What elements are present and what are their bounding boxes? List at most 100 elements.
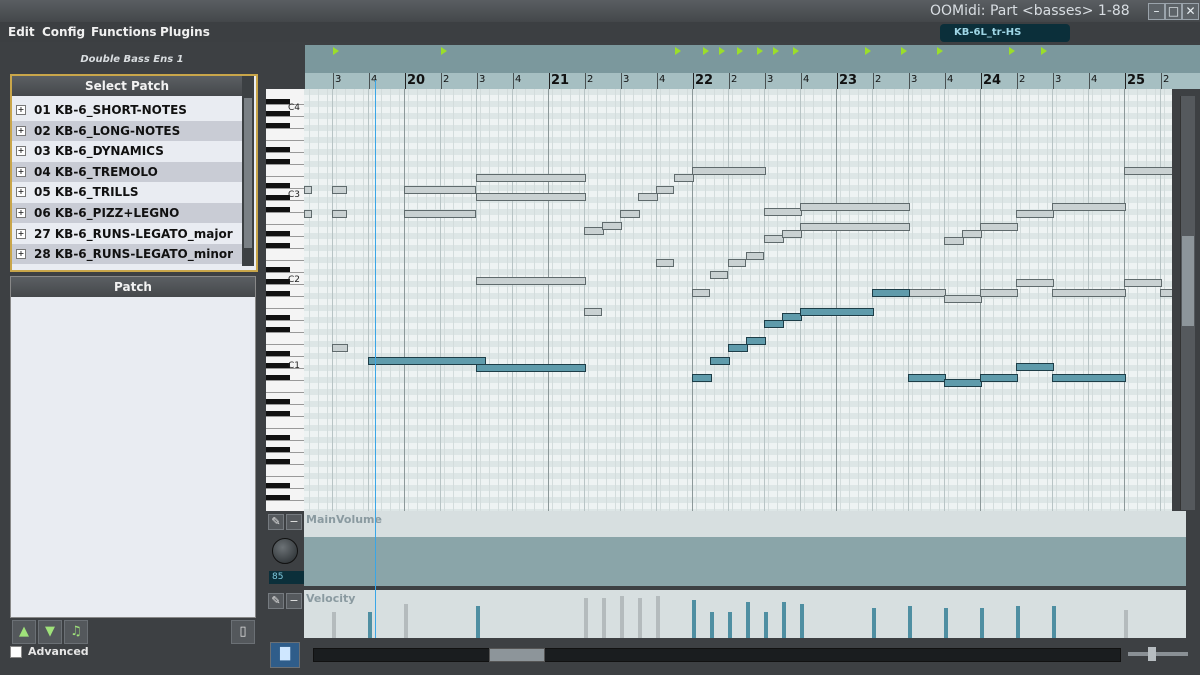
velocity-bar[interactable] bbox=[800, 604, 804, 638]
velocity-bar[interactable] bbox=[602, 598, 606, 638]
midi-note[interactable] bbox=[800, 308, 874, 316]
midi-note[interactable] bbox=[872, 289, 910, 297]
midi-note[interactable] bbox=[728, 259, 746, 267]
patch-item[interactable]: +06 KB-6_PIZZ+LEGNO bbox=[12, 203, 242, 223]
midi-note[interactable] bbox=[782, 313, 802, 321]
expand-icon[interactable]: + bbox=[16, 105, 26, 115]
velocity-bar[interactable] bbox=[764, 612, 768, 638]
zoom-slider[interactable] bbox=[1128, 647, 1188, 661]
velocity-config-button[interactable]: ✎ bbox=[268, 593, 284, 609]
velocity-bar[interactable] bbox=[368, 612, 372, 638]
midi-note[interactable] bbox=[304, 186, 312, 194]
midi-note[interactable] bbox=[800, 223, 910, 231]
midi-note[interactable] bbox=[692, 167, 766, 175]
expand-icon[interactable]: + bbox=[16, 229, 26, 239]
midi-note[interactable] bbox=[656, 259, 674, 267]
lane-config-button[interactable]: ✎ bbox=[268, 514, 284, 530]
velocity-bar[interactable] bbox=[620, 596, 624, 638]
velocity-bar[interactable] bbox=[872, 608, 876, 638]
expand-icon[interactable]: + bbox=[16, 146, 26, 156]
velocity-bar[interactable] bbox=[1052, 606, 1056, 638]
midi-note[interactable] bbox=[674, 174, 694, 182]
patch-item[interactable]: +28 KB-6_RUNS-LEGATO_minor bbox=[12, 244, 242, 264]
midi-note[interactable] bbox=[304, 210, 312, 218]
midi-note[interactable] bbox=[332, 186, 347, 194]
close-button[interactable]: ✕ bbox=[1182, 3, 1199, 20]
marker-flag-icon[interactable] bbox=[865, 47, 871, 55]
midi-note[interactable] bbox=[728, 344, 748, 352]
midi-note[interactable] bbox=[638, 193, 658, 201]
midi-note[interactable] bbox=[368, 357, 486, 365]
marker-flag-icon[interactable] bbox=[773, 47, 779, 55]
velocity-bar[interactable] bbox=[404, 604, 408, 638]
velocity-bar[interactable] bbox=[908, 606, 912, 638]
note-button[interactable]: ♫ bbox=[64, 620, 88, 644]
midi-note[interactable] bbox=[1124, 279, 1162, 287]
midi-note[interactable] bbox=[908, 289, 946, 297]
midi-note[interactable] bbox=[1052, 374, 1126, 382]
midi-note[interactable] bbox=[476, 277, 586, 285]
checkbox-box[interactable] bbox=[10, 646, 22, 658]
midi-note[interactable] bbox=[1052, 289, 1126, 297]
velocity-bar[interactable] bbox=[476, 606, 480, 638]
marker-flag-icon[interactable] bbox=[333, 47, 339, 55]
midi-note[interactable] bbox=[404, 210, 476, 218]
marker-flag-icon[interactable] bbox=[793, 47, 799, 55]
midi-note[interactable] bbox=[764, 235, 784, 243]
velocity-bar[interactable] bbox=[692, 600, 696, 638]
timeline-ruler[interactable]: 342342342342342342202122232425 bbox=[305, 73, 1200, 89]
menu-config[interactable]: Config bbox=[42, 25, 85, 39]
midi-note[interactable] bbox=[656, 186, 674, 194]
menu-functions[interactable]: Functions bbox=[91, 25, 157, 39]
velocity-bar[interactable] bbox=[944, 608, 948, 638]
midi-note[interactable] bbox=[476, 364, 586, 372]
midi-note[interactable] bbox=[332, 344, 348, 352]
midi-note[interactable] bbox=[800, 203, 910, 211]
marker-flag-icon[interactable] bbox=[1041, 47, 1047, 55]
midi-note[interactable] bbox=[710, 271, 728, 279]
marker-flag-icon[interactable] bbox=[1009, 47, 1015, 55]
velocity-bar[interactable] bbox=[332, 612, 336, 638]
velocity-bar[interactable] bbox=[980, 608, 984, 638]
patch-item[interactable]: +27 KB-6_RUNS-LEGATO_major bbox=[12, 224, 242, 244]
midi-note[interactable] bbox=[908, 374, 946, 382]
velocity-bar[interactable] bbox=[710, 612, 714, 638]
scroll-thumb[interactable] bbox=[244, 98, 252, 248]
expand-icon[interactable]: + bbox=[16, 249, 26, 259]
marker-flag-icon[interactable] bbox=[901, 47, 907, 55]
expand-icon[interactable]: + bbox=[16, 208, 26, 218]
midi-note[interactable] bbox=[1052, 203, 1126, 211]
velocity-bar[interactable] bbox=[638, 598, 642, 638]
horizontal-scrollbar[interactable] bbox=[313, 648, 1121, 662]
zoom-slider-handle[interactable] bbox=[1148, 647, 1156, 661]
midi-note[interactable] bbox=[962, 230, 982, 238]
patch-item[interactable]: +02 KB-6_LONG-NOTES bbox=[12, 121, 242, 141]
controller-button[interactable]: ▇ bbox=[270, 642, 300, 668]
midi-note[interactable] bbox=[620, 210, 640, 218]
menu-plugins[interactable]: Plugins bbox=[160, 25, 210, 39]
piano-keyboard[interactable]: C4 C3 C2 C1 bbox=[266, 89, 304, 511]
midi-note[interactable] bbox=[944, 237, 964, 245]
midi-note[interactable] bbox=[1016, 363, 1054, 371]
midi-note[interactable] bbox=[1016, 279, 1054, 287]
vertical-scroll-thumb[interactable] bbox=[1182, 236, 1194, 326]
midi-note[interactable] bbox=[332, 210, 347, 218]
midi-note[interactable] bbox=[764, 320, 784, 328]
patch-item[interactable]: +01 KB-6_SHORT-NOTES bbox=[12, 100, 242, 120]
midi-note[interactable] bbox=[710, 357, 730, 365]
midi-note[interactable] bbox=[746, 252, 764, 260]
velocity-bar[interactable] bbox=[1016, 606, 1020, 638]
move-down-button[interactable]: ▼ bbox=[38, 620, 62, 644]
patch-list-scrollbar[interactable] bbox=[242, 76, 254, 266]
marker-flag-icon[interactable] bbox=[757, 47, 763, 55]
velocity-bar[interactable] bbox=[584, 598, 588, 638]
maximize-button[interactable]: □ bbox=[1165, 3, 1182, 20]
velocity-bar[interactable] bbox=[656, 596, 660, 638]
velocity-bar[interactable] bbox=[746, 602, 750, 638]
midi-note[interactable] bbox=[944, 379, 982, 387]
marker-flag-icon[interactable] bbox=[703, 47, 709, 55]
expand-icon[interactable]: + bbox=[16, 187, 26, 197]
midi-note[interactable] bbox=[944, 295, 982, 303]
expand-icon[interactable]: + bbox=[16, 126, 26, 136]
velocity-bar[interactable] bbox=[1124, 610, 1128, 638]
